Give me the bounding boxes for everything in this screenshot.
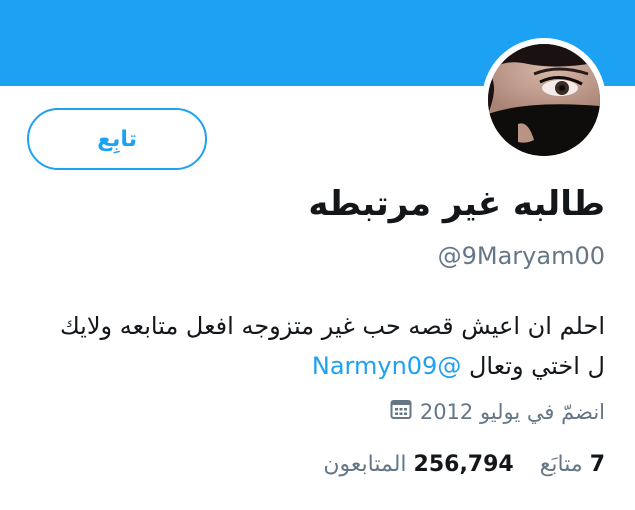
avatar-photo — [488, 44, 600, 156]
calendar-icon — [390, 398, 412, 425]
profile-bio: احلم ان اعيش قصه حب غير متزوجه افعل متاب… — [45, 306, 605, 386]
follow-button-label: تابِع — [97, 126, 137, 152]
avatar[interactable] — [482, 38, 606, 162]
join-date-text: انضمّ في يوليو 2012 — [419, 399, 605, 424]
profile-stats: 7 متابَع 256,794 المتابعون — [323, 452, 605, 477]
join-date-row: انضمّ في يوليو 2012 — [390, 398, 605, 425]
follow-button[interactable]: تابِع — [27, 108, 207, 170]
followers-stat[interactable]: 256,794 المتابعون — [323, 452, 513, 477]
profile-display-name: طالبه غير مرتبطه — [308, 184, 605, 224]
avatar-image-icon — [488, 44, 600, 156]
followers-label: المتابعون — [323, 452, 407, 477]
following-stat[interactable]: 7 متابَع — [540, 452, 605, 477]
following-label: متابَع — [539, 452, 583, 477]
profile-handle: @9Maryam00 — [437, 242, 605, 270]
following-count: 7 — [589, 452, 605, 477]
followers-count: 256,794 — [413, 452, 514, 477]
bio-mention-link[interactable]: @Narmyn09 — [312, 352, 461, 380]
